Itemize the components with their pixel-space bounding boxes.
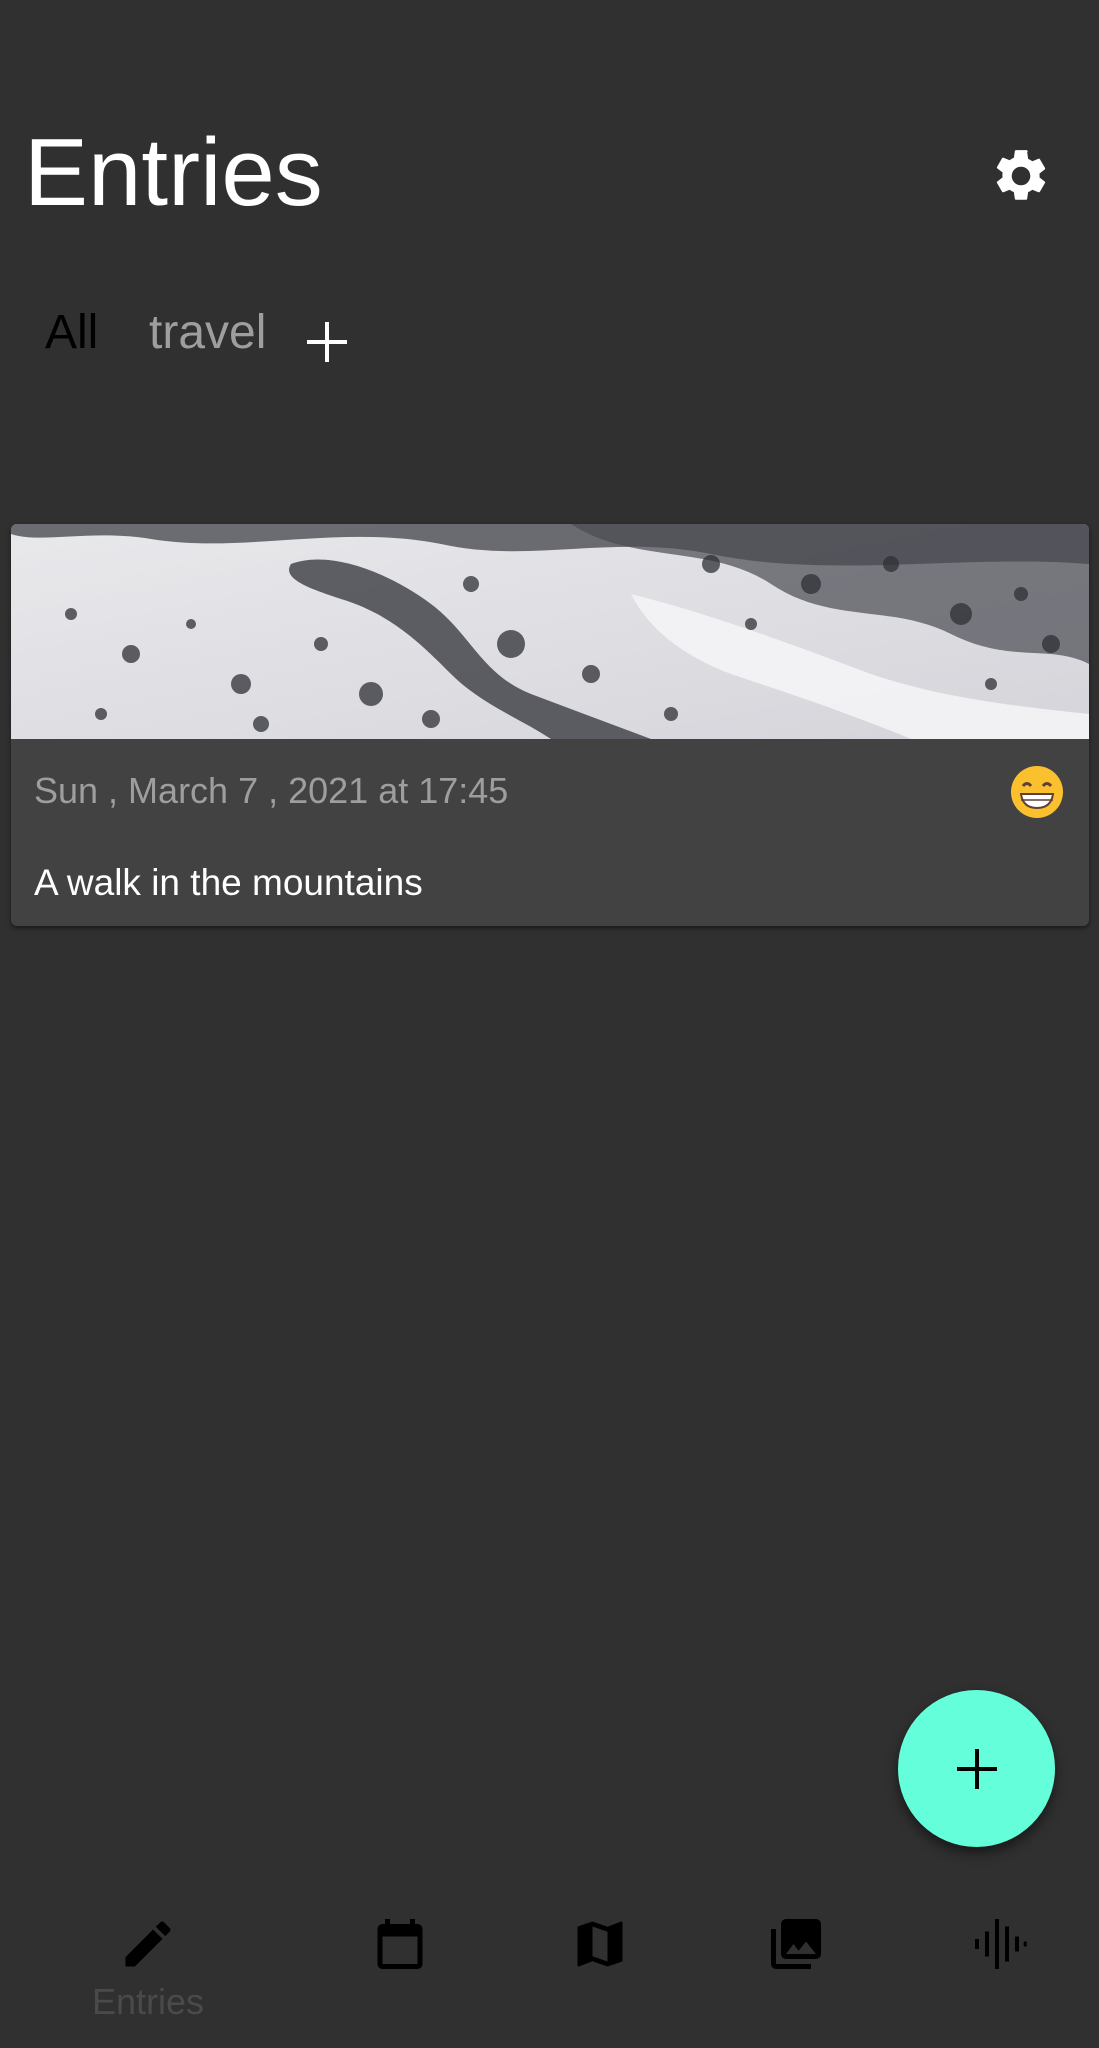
pencil-icon [125,1921,171,1967]
bottom-navigation: Entries [0,1900,1099,2048]
nav-map[interactable] [500,1900,700,2048]
nav-entries-label: Entries [91,1981,205,2022]
nav-entries[interactable]: Entries [48,1900,248,2048]
plus-icon [956,1748,997,1789]
page-title: Entries [24,119,323,226]
entry-card[interactable]: Sun , March 7 , 2021 at 17:45 A walk in … [11,524,1089,926]
tab-travel[interactable]: travel [149,300,266,366]
audio-waveform-icon [975,1919,1027,1969]
snowy-mountain-photo [11,524,1089,739]
nav-audio[interactable] [900,1900,1099,2048]
entry-text: A walk in the mountains [34,862,423,903]
nav-calendar[interactable] [300,1900,500,2048]
tag-tabs: All travel [0,300,1099,370]
calendar-icon [377,1919,423,1969]
grinning-face-icon [1011,766,1063,818]
plus-icon[interactable] [305,320,349,364]
tab-all[interactable]: All [45,300,98,366]
entry-date: Sun , March 7 , 2021 at 17:45 [34,770,509,811]
photo-library-icon [771,1919,821,1969]
nav-photos[interactable] [700,1900,900,2048]
add-entry-button[interactable] [898,1690,1055,1847]
gear-icon[interactable] [990,145,1052,207]
map-icon [577,1921,623,1967]
